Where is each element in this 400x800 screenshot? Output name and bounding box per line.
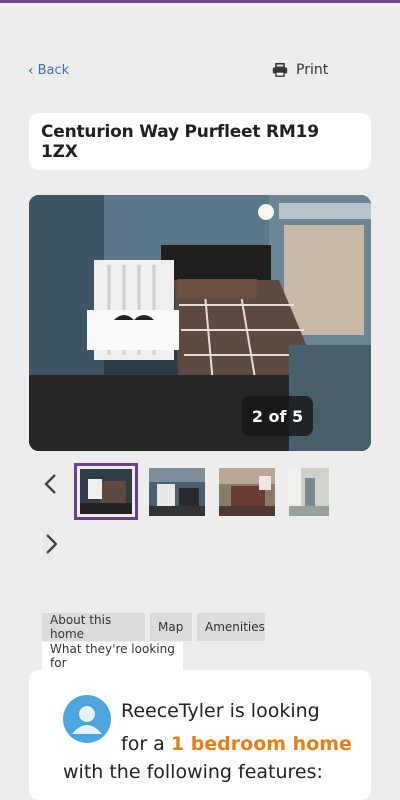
chevron-left-icon xyxy=(44,474,56,494)
looking-line-2-prefix: for a xyxy=(121,733,171,755)
avatar xyxy=(63,695,111,743)
top-accent-bar xyxy=(0,0,400,3)
tab-about-this-home[interactable]: About this home xyxy=(42,613,145,641)
bedroom-photo xyxy=(29,195,371,451)
looking-line-1: ReeceTyler is looking xyxy=(121,700,320,722)
tab-amenities[interactable]: Amenities xyxy=(197,613,265,641)
listing-tabs: About this home Map Amenities What they'… xyxy=(42,613,302,670)
gallery-prev-button[interactable] xyxy=(41,472,61,496)
thumbnail-2-selected[interactable] xyxy=(74,463,138,520)
tab-what-theyre-looking-for[interactable]: What they're looking for xyxy=(42,642,183,670)
looking-for-text: ReeceTyler is looking for a 1 bedroom ho… xyxy=(121,695,361,761)
address-card: Centurion Way Purfleet RM19 1ZX xyxy=(29,113,371,170)
thumbnail-image xyxy=(80,469,132,514)
print-button[interactable]: Print xyxy=(272,62,328,78)
print-label: Print xyxy=(296,62,329,78)
thumbnail-image xyxy=(289,468,329,516)
tab-map[interactable]: Map xyxy=(150,613,192,641)
bedroom-highlight: 1 bedroom home xyxy=(170,733,352,755)
chevron-left-icon: ‹ xyxy=(28,62,34,79)
top-nav: ‹ Back Print xyxy=(28,58,328,82)
chevron-right-icon xyxy=(46,534,58,554)
thumbnail-3[interactable] xyxy=(149,468,205,516)
gallery-next-button[interactable] xyxy=(41,532,61,556)
printer-icon xyxy=(272,63,288,77)
features-intro: with the following features: xyxy=(63,761,323,783)
looking-line-2: for a 1 bedroom home xyxy=(121,728,361,761)
photo-counter: 2 of 5 xyxy=(242,396,313,436)
back-link[interactable]: ‹ Back xyxy=(28,63,69,78)
main-photo[interactable] xyxy=(29,195,371,451)
thumbnail-4[interactable] xyxy=(219,468,275,516)
thumbnail-image xyxy=(149,468,205,516)
thumbnail-5[interactable] xyxy=(289,468,329,516)
user-avatar-icon xyxy=(63,695,111,743)
back-label: Back xyxy=(37,63,70,78)
listing-address: Centurion Way Purfleet RM19 1ZX xyxy=(41,121,319,162)
thumbnail-image xyxy=(219,468,275,516)
